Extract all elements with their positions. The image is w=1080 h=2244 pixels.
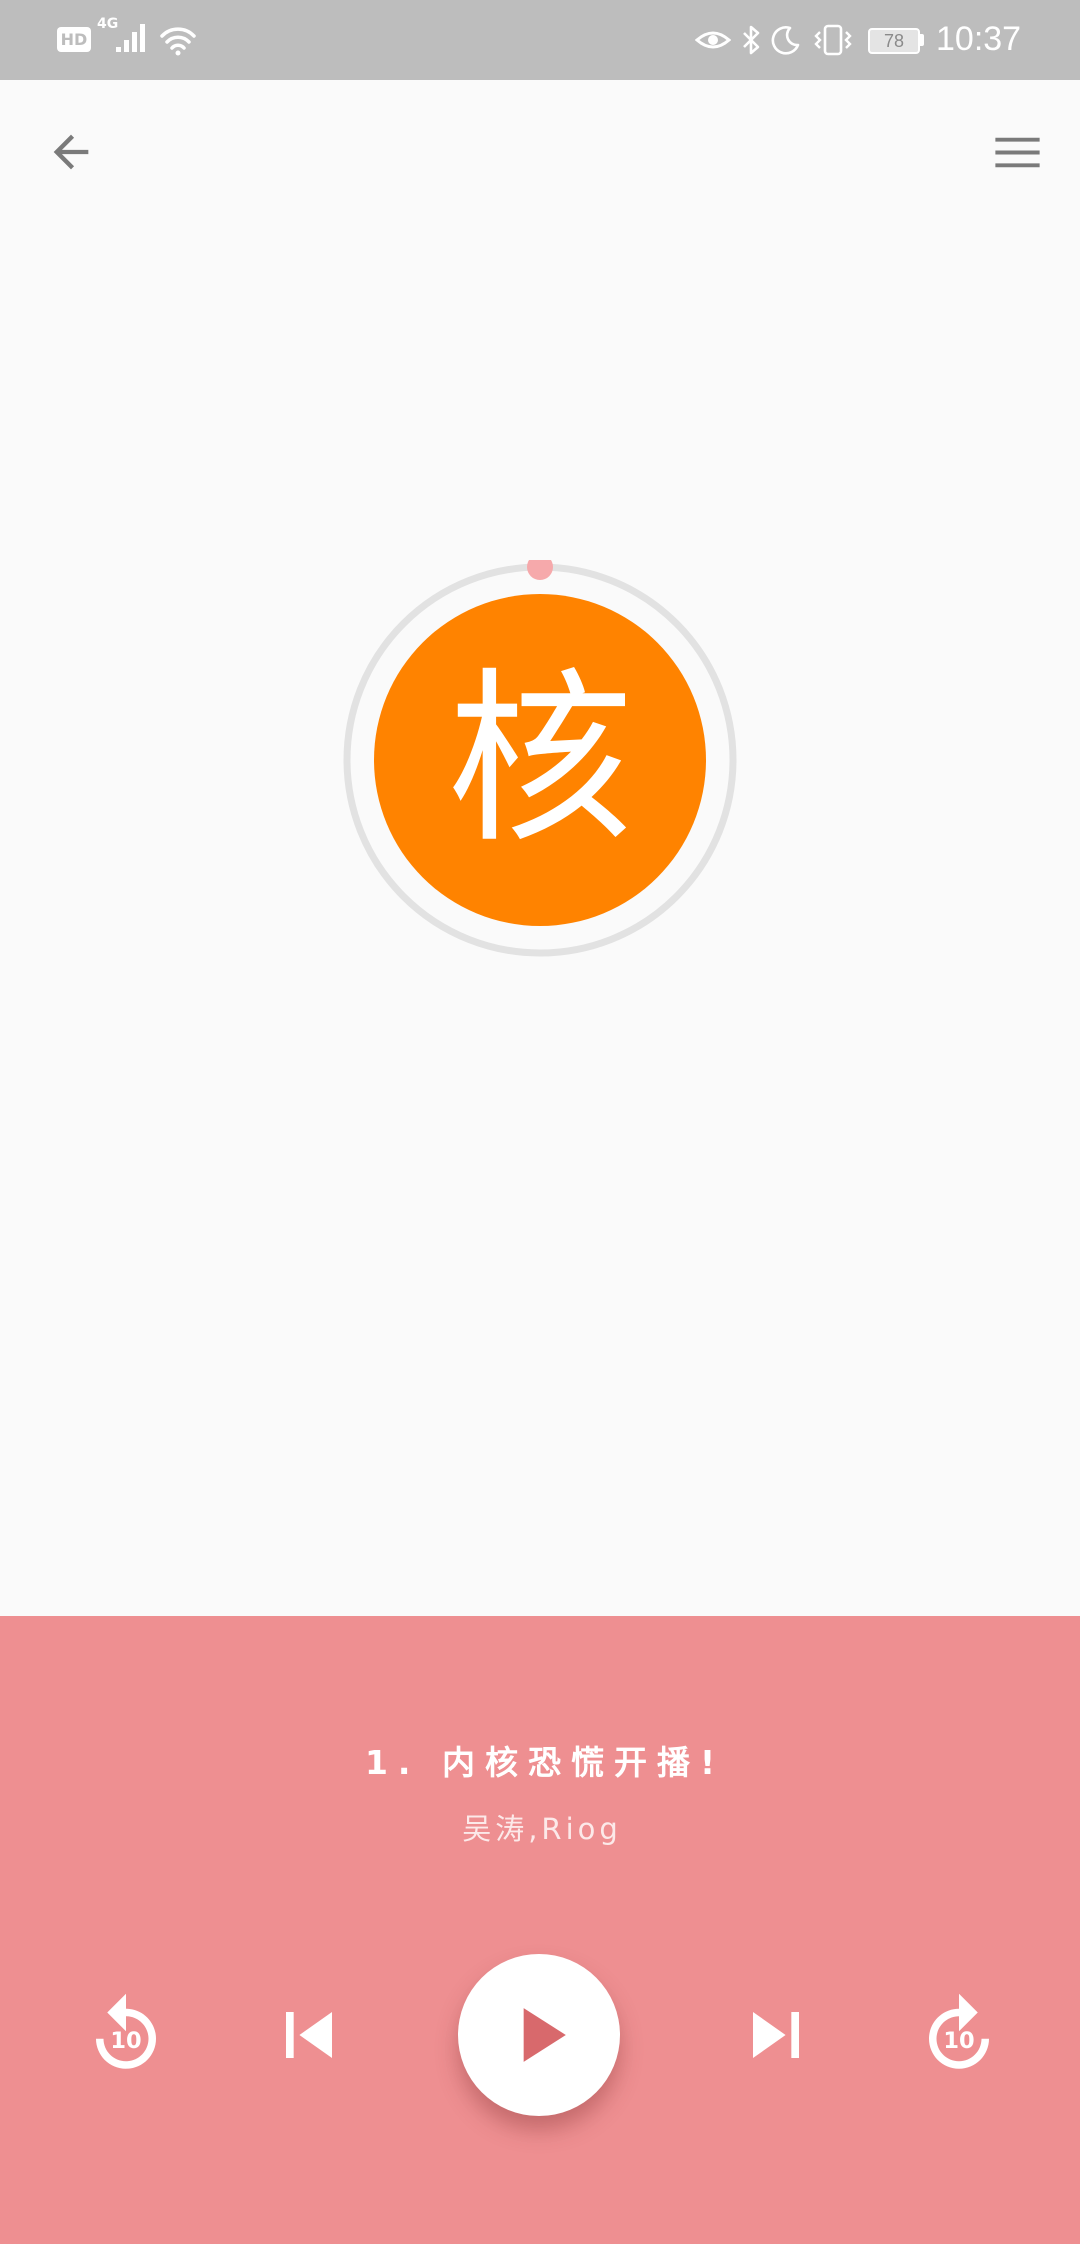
battery-nub — [920, 34, 924, 46]
menu-icon[interactable] — [988, 123, 1047, 182]
track-title: 1. 内核恐慌开播! — [364, 1743, 726, 1782]
rewind-seconds-label: 10 — [110, 2028, 141, 2054]
skip-next-icon[interactable] — [730, 1989, 822, 2081]
hd-icon: HD — [57, 27, 91, 52]
track-artist: 吴涛,Riog — [462, 1812, 622, 1846]
forward-10-icon[interactable]: 10 — [914, 1990, 1004, 2080]
wifi-icon — [160, 27, 196, 56]
cover-art: 核 — [340, 560, 740, 960]
battery-icon: 78 — [868, 28, 920, 54]
signal-icon — [116, 24, 145, 52]
replay-10-icon[interactable]: 10 — [81, 1990, 171, 2080]
skip-previous-icon[interactable] — [263, 1989, 355, 2081]
status-time: 10:37 — [936, 20, 1022, 58]
moon-icon — [771, 26, 800, 55]
cover-glyph: 核 — [446, 651, 633, 868]
player-panel — [0, 1616, 1080, 2244]
bluetooth-icon — [743, 25, 760, 55]
play-icon[interactable] — [493, 1989, 585, 2081]
vibrate-icon — [814, 24, 852, 56]
forward-seconds-label: 10 — [943, 2028, 974, 2054]
eye-comfort-icon — [695, 31, 731, 49]
arrow-back-icon[interactable] — [45, 126, 97, 178]
play-button[interactable] — [458, 1954, 620, 2116]
